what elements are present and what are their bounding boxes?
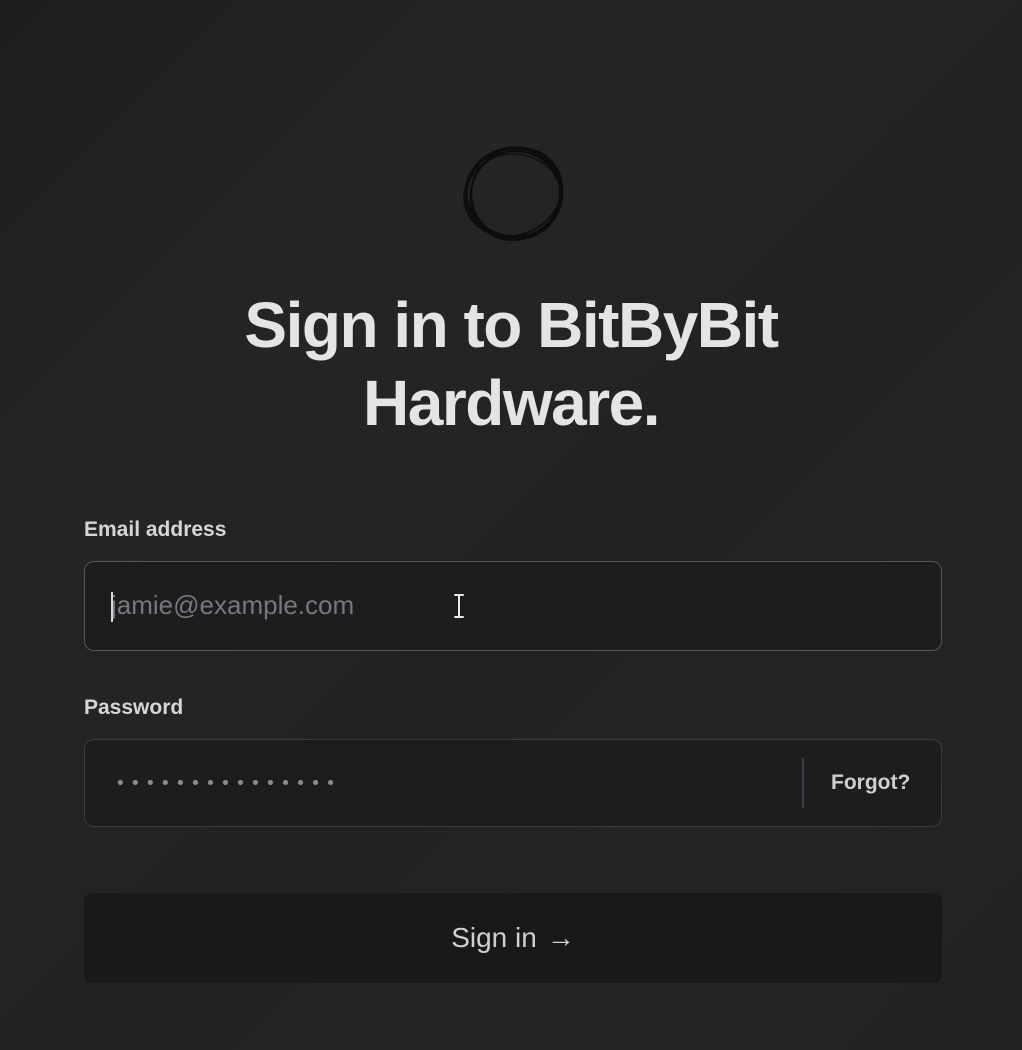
sign-in-page: Sign in to BitByBit Hardware. Email addr…: [0, 0, 1022, 1050]
forgot-password-link[interactable]: Forgot?: [831, 740, 910, 826]
password-label: Password: [84, 696, 184, 719]
page-title: Sign in to BitByBit Hardware.: [0, 286, 1022, 442]
title-line-2: Hardware.: [363, 367, 660, 439]
email-input[interactable]: [111, 562, 911, 649]
password-input[interactable]: •••••••••••••••: [115, 740, 340, 826]
sign-in-button[interactable]: Sign in →: [84, 893, 942, 983]
text-caret: [111, 592, 113, 622]
sign-in-label: Sign in: [451, 922, 537, 953]
email-field-container[interactable]: [84, 561, 942, 651]
title-line-1: Sign in to BitByBit: [244, 289, 779, 361]
email-label: Email address: [84, 518, 227, 541]
scribble-circle-logo: [463, 146, 564, 242]
ibeam-cursor-icon: [453, 593, 465, 619]
password-field-container[interactable]: ••••••••••••••• Forgot?: [84, 739, 942, 827]
arrow-right-icon: →: [546, 922, 575, 953]
field-divider: [802, 758, 804, 808]
